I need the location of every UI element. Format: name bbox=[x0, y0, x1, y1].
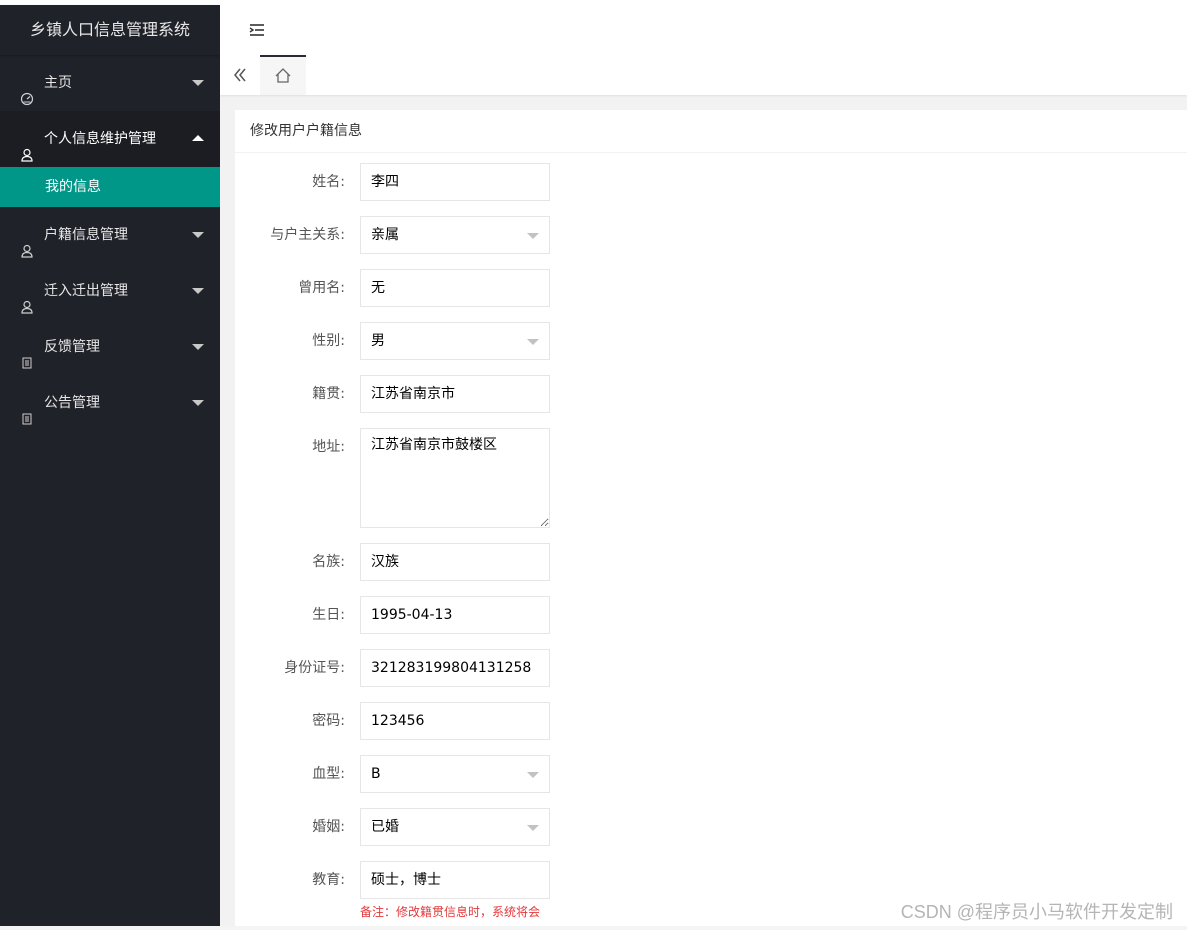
form-row-marriage: 婚姻: 已婚 bbox=[235, 808, 1187, 861]
watermark: CSDN @程序员小马软件开发定制 bbox=[900, 902, 1173, 922]
sidebar-item-feedback[interactable]: 反馈管理 bbox=[0, 319, 220, 375]
birthday-label: 生日: bbox=[312, 607, 345, 623]
document-icon bbox=[20, 394, 34, 425]
address-label: 地址: bbox=[312, 439, 345, 455]
header bbox=[220, 5, 1187, 56]
sidebar-item-migration[interactable]: 迁入迁出管理 bbox=[0, 263, 220, 319]
user-icon bbox=[20, 282, 34, 314]
birthday-input[interactable]: 1995-04-13 bbox=[360, 596, 550, 634]
sidebar-item-announcement[interactable]: 公告管理 bbox=[0, 375, 220, 431]
tab-home[interactable] bbox=[260, 55, 306, 95]
chevron-down-icon bbox=[192, 288, 204, 294]
idcard-label: 身份证号: bbox=[284, 660, 345, 676]
document-icon bbox=[20, 338, 34, 369]
sidebar-item-home[interactable]: 主页 bbox=[0, 55, 220, 111]
name-input[interactable]: 李四 bbox=[360, 163, 550, 201]
education-input[interactable]: 硕士，博士 bbox=[360, 861, 550, 899]
form-row-relation: 与户主关系: 亲属 bbox=[235, 216, 1187, 269]
marriage-label: 婚姻: bbox=[312, 819, 345, 835]
sidebar-item-label: 个人信息维护管理 bbox=[44, 131, 156, 147]
origin-input[interactable]: 江苏省南京市 bbox=[360, 375, 550, 413]
home-icon bbox=[275, 68, 291, 83]
tab-bar bbox=[220, 55, 1187, 95]
menu-toggle-icon[interactable] bbox=[248, 21, 266, 39]
user-icon bbox=[20, 226, 34, 258]
gender-value: 男 bbox=[371, 333, 385, 349]
address-textarea[interactable]: 江苏省南京市鼓楼区 bbox=[360, 428, 550, 528]
origin-label: 籍贯: bbox=[312, 386, 345, 402]
password-label: 密码: bbox=[312, 713, 345, 729]
idcard-input[interactable]: 321283199804131258 bbox=[360, 649, 550, 687]
form-row-birthday: 生日: 1995-04-13 bbox=[235, 596, 1187, 649]
sidebar-item-label: 迁入迁出管理 bbox=[44, 283, 128, 299]
submenu: 我的信息 bbox=[0, 167, 220, 207]
form-row-alias: 曾用名: 无 bbox=[235, 269, 1187, 322]
form-row-blood: 血型: B bbox=[235, 755, 1187, 808]
form-row-ethnicity: 名族: 汉族 bbox=[235, 543, 1187, 596]
relation-value: 亲属 bbox=[371, 227, 399, 243]
double-chevron-left-icon bbox=[234, 68, 246, 82]
chevron-down-icon bbox=[192, 344, 204, 350]
form-row-password: 密码: 123456 bbox=[235, 702, 1187, 755]
ethnicity-input[interactable]: 汉族 bbox=[360, 543, 550, 581]
tab-scroll-left-button[interactable] bbox=[220, 55, 261, 95]
chevron-down-icon bbox=[527, 233, 539, 239]
education-label: 教育: bbox=[312, 872, 345, 888]
form-row-gender: 性别: 男 bbox=[235, 322, 1187, 375]
sidebar: 乡镇人口信息管理系统 主页 个人信息维护管理 我的信息 户籍信息管理 迁入迁出管… bbox=[0, 5, 220, 930]
form-note: 备注：修改籍贯信息时，系统将会 bbox=[360, 905, 541, 919]
gender-label: 性别: bbox=[312, 333, 345, 349]
blood-select[interactable]: B bbox=[360, 755, 550, 793]
sidebar-item-label: 公告管理 bbox=[44, 395, 100, 411]
sidebar-subitem-my-info[interactable]: 我的信息 bbox=[0, 167, 220, 207]
gender-select[interactable]: 男 bbox=[360, 322, 550, 360]
sidebar-item-label: 户籍信息管理 bbox=[44, 227, 128, 243]
relation-label: 与户主关系: bbox=[270, 227, 345, 243]
user-icon bbox=[20, 130, 34, 162]
app-title: 乡镇人口信息管理系统 bbox=[0, 5, 220, 55]
card-title: 修改用户户籍信息 bbox=[235, 110, 1187, 153]
form-row-origin: 籍贯: 江苏省南京市 bbox=[235, 375, 1187, 428]
edit-household-card: 修改用户户籍信息 姓名: 李四 与户主关系: 亲属 曾用名: 无 性别: 男 籍… bbox=[235, 110, 1187, 930]
sidebar-item-label: 主页 bbox=[44, 75, 72, 91]
password-input[interactable]: 123456 bbox=[360, 702, 550, 740]
sidebar-item-household[interactable]: 户籍信息管理 bbox=[0, 207, 220, 263]
blood-value: B bbox=[371, 766, 381, 782]
bottom-line bbox=[0, 926, 1187, 930]
chevron-down-icon bbox=[192, 232, 204, 238]
blood-label: 血型: bbox=[312, 766, 345, 782]
chevron-down-icon bbox=[527, 772, 539, 778]
marriage-select[interactable]: 已婚 bbox=[360, 808, 550, 846]
name-label: 姓名: bbox=[312, 174, 345, 190]
form-row-idcard: 身份证号: 321283199804131258 bbox=[235, 649, 1187, 702]
chevron-down-icon bbox=[527, 339, 539, 345]
chevron-down-icon bbox=[527, 825, 539, 831]
chevron-down-icon bbox=[192, 400, 204, 406]
sidebar-item-label: 反馈管理 bbox=[44, 339, 100, 355]
household-form: 姓名: 李四 与户主关系: 亲属 曾用名: 无 性别: 男 籍贯: 江苏省南京市 bbox=[235, 163, 1187, 914]
marriage-value: 已婚 bbox=[371, 819, 399, 835]
alias-input[interactable]: 无 bbox=[360, 269, 550, 307]
sidebar-item-personal-info[interactable]: 个人信息维护管理 bbox=[0, 111, 220, 167]
ethnicity-label: 名族: bbox=[312, 554, 345, 570]
chevron-up-icon bbox=[192, 135, 204, 141]
dashboard-icon bbox=[20, 74, 34, 106]
chevron-down-icon bbox=[192, 80, 204, 86]
relation-select[interactable]: 亲属 bbox=[360, 216, 550, 254]
form-row-address: 地址: 江苏省南京市鼓楼区 bbox=[235, 428, 1187, 543]
alias-label: 曾用名: bbox=[298, 280, 345, 296]
form-row-name: 姓名: 李四 bbox=[235, 163, 1187, 216]
